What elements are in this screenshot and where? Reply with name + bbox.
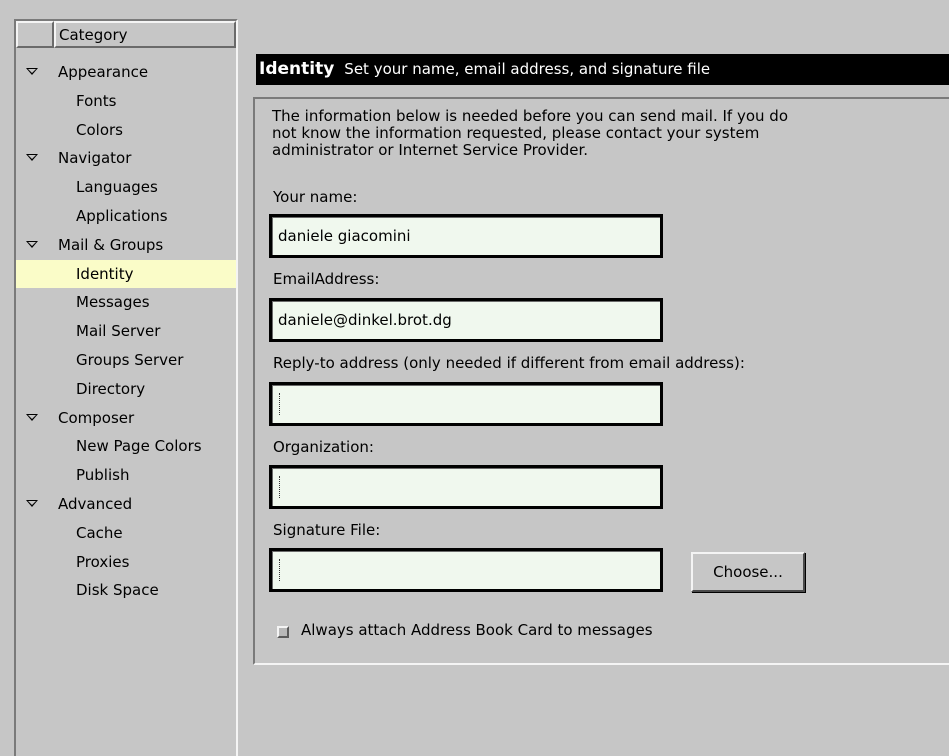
intro-line: The information below is needed before y… xyxy=(272,107,788,125)
intro-line: not know the information requested, plea… xyxy=(272,124,760,142)
organization-label: Organization: xyxy=(273,438,374,456)
intro-text: The information below is needed before y… xyxy=(272,108,872,159)
tree-item-appearance[interactable]: Appearance xyxy=(16,58,236,87)
expand-triangle-icon[interactable] xyxy=(26,68,38,75)
panel-subtitle: Set your name, email address, and signat… xyxy=(344,60,711,78)
tree-item-label: Mail Server xyxy=(76,322,161,341)
tree-item-label: Cache xyxy=(76,523,123,542)
attach-card-label[interactable]: Always attach Address Book Card to messa… xyxy=(301,621,653,639)
tree-item-label: Languages xyxy=(76,178,158,197)
tree-item-groups-server[interactable]: Groups Server xyxy=(16,346,236,375)
text-cursor-icon xyxy=(279,476,283,498)
expand-triangle-icon[interactable] xyxy=(26,499,38,507)
tree-item-label: Colors xyxy=(76,120,123,139)
category-tree-header: Category xyxy=(16,21,236,48)
email-field[interactable] xyxy=(269,298,663,342)
tree-item-mail-server[interactable]: Mail Server xyxy=(16,317,236,346)
category-tree[interactable]: Category Appearance Fonts Colors Navigator L… xyxy=(14,19,238,756)
tree-item-disk-space[interactable]: Disk Space xyxy=(16,576,236,605)
category-list: Appearance Fonts Colors Navigator Languages A… xyxy=(16,58,236,605)
tree-item-label: Publish xyxy=(76,466,130,485)
tree-item-identity[interactable]: Identity xyxy=(16,259,236,289)
tree-item-mail-groups[interactable]: Mail & Groups xyxy=(16,231,236,260)
expand-triangle-icon[interactable] xyxy=(26,240,38,248)
choose-signature-button[interactable]: Choose... xyxy=(691,552,805,592)
tree-item-messages[interactable]: Messages xyxy=(16,288,236,317)
expand-triangle-icon[interactable] xyxy=(26,154,38,162)
tree-item-new-page-colors[interactable]: New Page Colors xyxy=(16,432,236,461)
text-cursor-icon xyxy=(279,559,283,581)
signature-file-label: Signature File: xyxy=(273,521,381,539)
tree-item-label: Messages xyxy=(76,293,150,312)
organization-field[interactable] xyxy=(269,465,663,509)
signature-file-field[interactable] xyxy=(269,548,663,592)
tree-item-colors[interactable]: Colors xyxy=(16,116,236,145)
tree-item-directory[interactable]: Directory xyxy=(16,375,236,404)
tree-item-applications[interactable]: Applications xyxy=(16,202,236,231)
tree-item-label: Groups Server xyxy=(76,350,184,369)
tree-item-proxies[interactable]: Proxies xyxy=(16,548,236,577)
tree-item-label: Identity xyxy=(76,264,134,283)
tree-header-spacer xyxy=(16,21,54,48)
tree-item-publish[interactable]: Publish xyxy=(16,461,236,490)
tree-item-navigator[interactable]: Navigator xyxy=(16,144,236,173)
tree-item-cache[interactable]: Cache xyxy=(16,519,236,548)
text-cursor-icon xyxy=(279,393,283,415)
attach-card-checkbox[interactable] xyxy=(277,626,289,638)
reply-to-field[interactable] xyxy=(269,382,663,426)
your-name-label: Your name: xyxy=(273,188,358,206)
tree-item-label: Applications xyxy=(76,206,168,225)
tree-item-label: Fonts xyxy=(76,91,117,110)
intro-line: administrator or Internet Service Provid… xyxy=(272,141,589,159)
tree-item-fonts[interactable]: Fonts xyxy=(16,87,236,116)
category-column-header[interactable]: Category xyxy=(54,21,236,48)
tree-item-label: Directory xyxy=(76,379,146,398)
tree-item-languages[interactable]: Languages xyxy=(16,173,236,202)
tree-item-advanced[interactable]: Advanced xyxy=(16,490,236,519)
tree-item-label: Proxies xyxy=(76,552,130,571)
tree-item-label: Mail & Groups xyxy=(58,235,164,254)
tree-item-label: Disk Space xyxy=(76,581,159,600)
tree-item-composer[interactable]: Composer xyxy=(16,404,236,433)
your-name-field[interactable] xyxy=(269,214,663,258)
panel-title: Identity xyxy=(259,59,335,79)
panel-title-bar: Identity Set your name, email address, an… xyxy=(256,54,949,85)
tree-item-label: New Page Colors xyxy=(76,437,202,456)
expand-triangle-icon[interactable] xyxy=(26,413,38,421)
reply-to-label: Reply-to address (only needed if differe… xyxy=(273,354,745,372)
email-label: EmailAddress: xyxy=(273,270,380,288)
